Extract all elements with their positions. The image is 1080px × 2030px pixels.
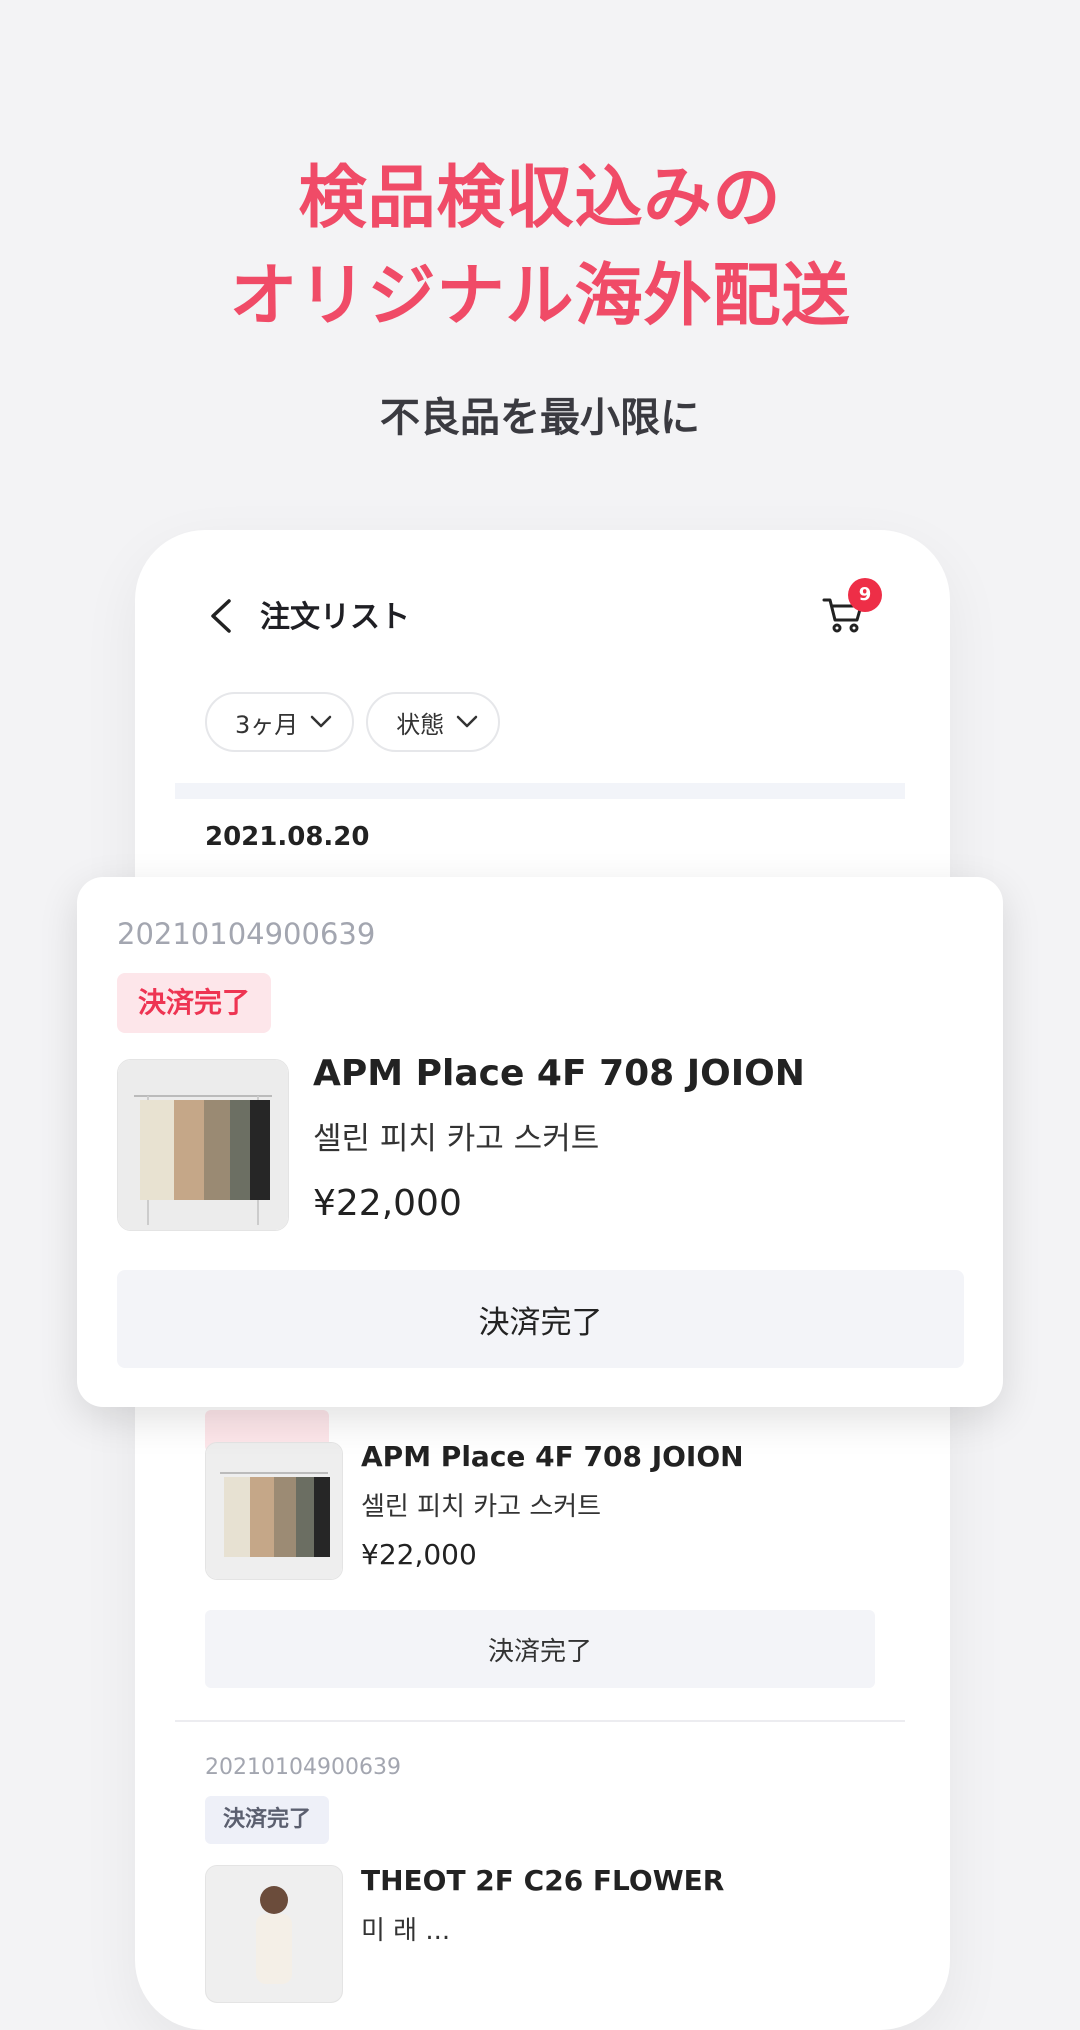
item-price: ¥22,000	[313, 1183, 462, 1224]
payment-complete-button[interactable]: 決済完了	[205, 1610, 875, 1688]
divider	[175, 1720, 905, 1722]
headline-line-1: 検品検収込みの	[298, 159, 782, 238]
page-title: 注文リスト	[260, 600, 410, 635]
chevron-left-icon[interactable]	[205, 598, 239, 634]
status-badge: 決済完了	[205, 1796, 329, 1844]
product-thumbnail[interactable]	[205, 1442, 343, 1580]
item-name: 셀린 피치 카고 스커트	[361, 1492, 602, 1522]
promo-headline: 検品検収込みの オリジナル海外配送	[0, 150, 1080, 346]
filter-period[interactable]: 3ヶ月	[205, 692, 355, 752]
chevron-down-icon	[311, 715, 332, 728]
filter-status[interactable]: 状態	[366, 692, 501, 752]
chevron-down-icon	[457, 715, 478, 728]
filter-status-label: 状態	[396, 710, 445, 739]
promo-subheadline: 不良品を最小限に	[380, 395, 700, 441]
section-divider	[175, 783, 905, 799]
status-badge: 決済完了	[117, 973, 271, 1033]
product-thumbnail[interactable]	[205, 1865, 343, 2003]
store-name: THEOT 2F C26 FLOWER	[361, 1864, 725, 1897]
filter-period-label: 3ヶ月	[235, 710, 299, 739]
payment-complete-button[interactable]: 決済完了	[117, 1270, 964, 1368]
headline-line-2: オリジナル海外配送	[229, 257, 851, 336]
cart-count-badge: 9	[848, 578, 882, 612]
order-number: 20210104900639	[117, 917, 376, 951]
store-name: APM Place 4F 708 JOION	[361, 1440, 744, 1473]
product-thumbnail[interactable]	[117, 1059, 289, 1231]
item-price: ¥22,000	[361, 1538, 477, 1571]
item-name: 셀린 피치 카고 스커트	[313, 1121, 600, 1157]
order-number: 20210104900639	[205, 1755, 401, 1780]
order-date: 2021.08.20	[205, 822, 370, 852]
featured-order-card[interactable]: 20210104900639 決済完了 APM Place 4F 708 JOI…	[77, 877, 1003, 1407]
item-name: 미 래 ...	[361, 1916, 451, 1946]
filter-bar: 3ヶ月 状態	[205, 692, 501, 752]
store-name: APM Place 4F 708 JOION	[313, 1053, 805, 1094]
